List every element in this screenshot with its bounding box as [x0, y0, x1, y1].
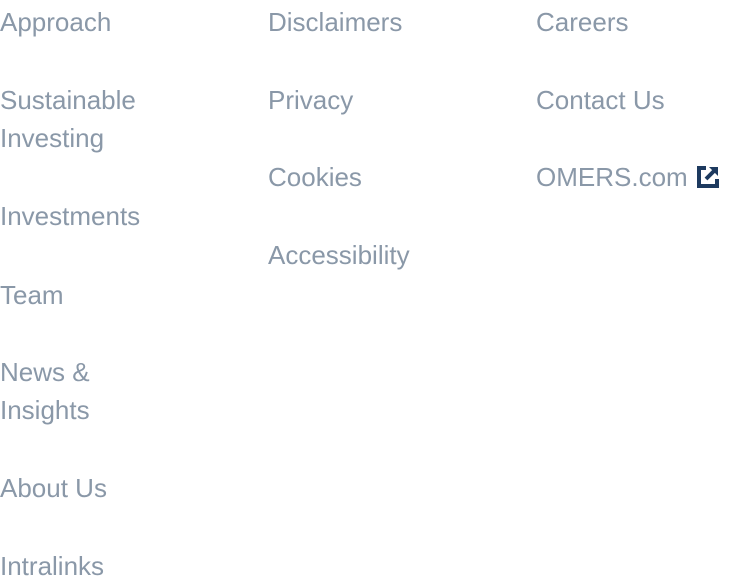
- footer-link-disclaimers[interactable]: Disclaimers: [268, 3, 402, 41]
- footer-link-contact-us[interactable]: Contact Us: [536, 81, 665, 119]
- footer-link-sustainable-investing[interactable]: Sustainable Investing: [0, 81, 180, 157]
- footer-link-accessibility[interactable]: Accessibility: [268, 236, 410, 274]
- footer-link-intralinks[interactable]: Intralinks: [0, 547, 104, 585]
- footer-link-cookies[interactable]: Cookies: [268, 158, 362, 196]
- footer-link-privacy[interactable]: Privacy: [268, 81, 353, 119]
- external-link-icon: [696, 160, 719, 188]
- footer-link-news-insights[interactable]: News & Insights: [0, 353, 130, 429]
- footer-link-omers-com[interactable]: OMERS.com: [536, 158, 719, 196]
- footer-link-careers[interactable]: Careers: [536, 3, 628, 41]
- footer-link-about-us[interactable]: About Us: [0, 469, 107, 507]
- footer-link-investments[interactable]: Investments: [0, 197, 140, 235]
- footer-link-approach[interactable]: Approach: [0, 3, 111, 41]
- footer-nav: Approach Sustainable Investing Investmen…: [0, 0, 755, 584]
- footer-link-team[interactable]: Team: [0, 276, 64, 314]
- footer-link-omers-com-label: OMERS.com: [536, 162, 688, 192]
